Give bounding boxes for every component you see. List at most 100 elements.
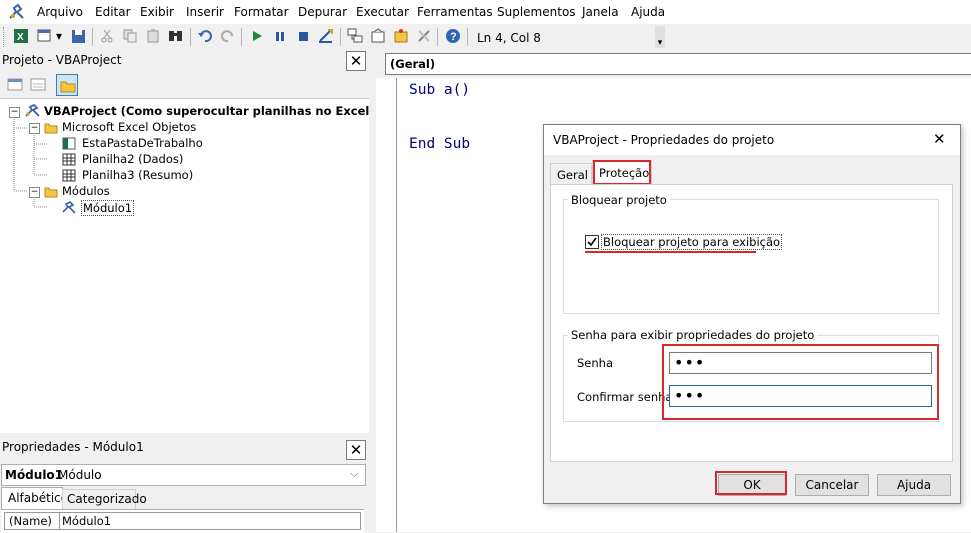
pane-splitter[interactable] [369, 50, 376, 532]
highlight-tab-protecao [593, 160, 651, 185]
cancel-button[interactable]: Cancelar [795, 474, 869, 496]
prop-value-cell[interactable]: Módulo1 [59, 512, 361, 530]
menu-arquivo[interactable]: Arquivo [37, 5, 83, 19]
lock-checkbox[interactable] [585, 235, 599, 249]
underline-highlight [585, 251, 756, 253]
toolbox-icon[interactable] [415, 27, 433, 45]
tree-root[interactable]: VBAProject (Como superocultar planilhas … [44, 104, 410, 118]
highlight-password-fields [662, 344, 939, 420]
properties-pane-title: Propriedades - Módulo1 [2, 440, 144, 454]
save-icon[interactable] [69, 27, 87, 45]
tab-geral[interactable]: Geral [550, 163, 592, 185]
menu-inserir[interactable]: Inserir [186, 5, 224, 19]
view-object-icon[interactable] [30, 77, 47, 93]
close-icon[interactable]: ✕ [933, 130, 946, 148]
worksheet-icon [62, 153, 76, 166]
redo-icon[interactable] [219, 27, 237, 45]
menu-suplementos[interactable]: Suplementos [497, 5, 576, 19]
worksheet-icon [62, 169, 76, 182]
highlight-ok-button [715, 471, 787, 495]
prop-name: (Name) [9, 514, 52, 528]
object-browser-icon[interactable] [392, 27, 410, 45]
paste-icon[interactable] [144, 27, 162, 45]
lock-checkbox-label[interactable]: Bloquear projeto para exibição [601, 234, 783, 250]
object-combo[interactable]: (Geral) [385, 53, 971, 75]
project-pane-header: Projeto - VBAProject ✕ [0, 50, 369, 72]
tab-alfabetico[interactable]: Alfabético [1, 487, 68, 510]
cursor-position: Ln 4, Col 8 [477, 31, 541, 45]
toolbar-grip[interactable] [3, 27, 7, 47]
password-label: Senha [577, 356, 613, 370]
dialog-titlebar: VBAProject - Propriedades do projeto ✕ [544, 125, 960, 155]
tree-workbook[interactable]: EstaPastaDeTrabalho [82, 136, 203, 150]
protection-tab-page: Bloquear projeto Bloquear projeto para e… [550, 184, 953, 462]
folder-icon [60, 81, 76, 93]
tree-module1[interactable]: Módulo1 [81, 200, 135, 216]
menu-executar[interactable]: Executar [356, 5, 409, 19]
menu-ajuda[interactable]: Ajuda [631, 5, 665, 19]
project-pane-toolbar [0, 72, 369, 98]
undo-icon[interactable] [196, 27, 214, 45]
project-properties-dialog: VBAProject - Propriedades do projeto ✕ G… [543, 124, 961, 504]
project-pane-close-button[interactable]: ✕ [346, 51, 366, 71]
dialog-title: VBAProject - Propriedades do projeto [553, 133, 775, 147]
project-explorer-icon[interactable] [346, 27, 364, 45]
tab-alfabetico-label: Alfabético [8, 491, 69, 505]
menu-janela[interactable]: Janela [582, 5, 619, 19]
tree-collapse-modules[interactable]: − [29, 187, 40, 198]
menu-editar[interactable]: Editar [95, 5, 131, 19]
reset-icon[interactable] [294, 27, 312, 45]
cut-icon[interactable] [98, 27, 116, 45]
tree-folder-objects[interactable]: Microsoft Excel Objetos [62, 120, 196, 134]
tree-collapse-objects[interactable]: − [29, 123, 40, 134]
excel-icon[interactable]: X [12, 27, 30, 45]
project-tree: − VBAProject (Como superocultar planilha… [0, 98, 410, 433]
tree-folder-modules[interactable]: Módulos [62, 184, 110, 198]
menu-depurar[interactable]: Depurar [298, 5, 347, 19]
find-icon[interactable] [167, 27, 185, 45]
checkmark-icon [587, 237, 597, 247]
menu-exibir[interactable]: Exibir [140, 5, 174, 19]
tree-sheet2[interactable]: Planilha2 (Dados) [82, 152, 183, 166]
code-line-end-sub[interactable]: End Sub [409, 136, 470, 152]
standard-toolbar: X ▾ ? Ln 4, Col 8 ▾ [0, 24, 666, 50]
tree-collapse-root[interactable]: − [9, 107, 20, 118]
group-lock [563, 199, 939, 314]
menu-formatar[interactable]: Formatar [234, 5, 289, 19]
svg-text:X: X [17, 32, 24, 43]
tab-categorizado[interactable]: Categorizado [62, 489, 147, 510]
object-combo-value: (Geral) [390, 57, 436, 71]
properties-pane-close-button[interactable]: ✕ [346, 440, 366, 460]
vbe-app-icon[interactable] [8, 3, 26, 24]
properties-pane-header: Propriedades - Módulo1 ✕ [0, 437, 369, 461]
chevron-down-icon[interactable]: ▾ [54, 27, 64, 45]
confirm-password-label: Confirmar senha [577, 390, 673, 404]
code-window-header: (Geral) [376, 50, 971, 78]
pause-icon[interactable] [271, 27, 289, 45]
toggle-folders-button[interactable] [56, 74, 78, 96]
object-selector[interactable]: Módulo1 Módulo ⌵ [1, 464, 366, 486]
prop-value: Módulo1 [62, 514, 112, 528]
code-line-sub[interactable]: Sub a() [409, 82, 470, 98]
properties-grid: (Name) Módulo1 [1, 509, 364, 533]
svg-text:?: ? [450, 31, 457, 43]
chevron-down-icon[interactable]: ⌵ [350, 467, 358, 481]
properties-window-icon[interactable] [369, 27, 387, 45]
menu-ferramentas[interactable]: Ferramentas [417, 5, 493, 19]
object-name: Módulo1 [5, 468, 64, 482]
folder-open-icon [44, 123, 58, 134]
view-code-icon[interactable] [7, 77, 24, 93]
insert-module-icon[interactable] [36, 27, 54, 45]
run-icon[interactable] [248, 27, 266, 45]
group-password-label: Senha para exibir propriedades do projet… [568, 328, 818, 342]
workbook-icon [62, 137, 76, 150]
help-icon[interactable]: ? [444, 27, 462, 45]
prop-name-cell[interactable]: (Name) [4, 512, 60, 530]
menu-bar: Arquivo Editar Exibir Inserir Formatar D… [0, 0, 971, 24]
help-button[interactable]: Ajuda [877, 474, 951, 496]
design-mode-icon[interactable] [317, 27, 335, 45]
project-pane-title: Projeto - VBAProject [2, 53, 122, 67]
copy-icon[interactable] [121, 27, 139, 45]
tree-sheet3[interactable]: Planilha3 (Resumo) [82, 168, 193, 182]
toolbar-overflow-chevron-icon[interactable]: ▾ [655, 26, 665, 48]
